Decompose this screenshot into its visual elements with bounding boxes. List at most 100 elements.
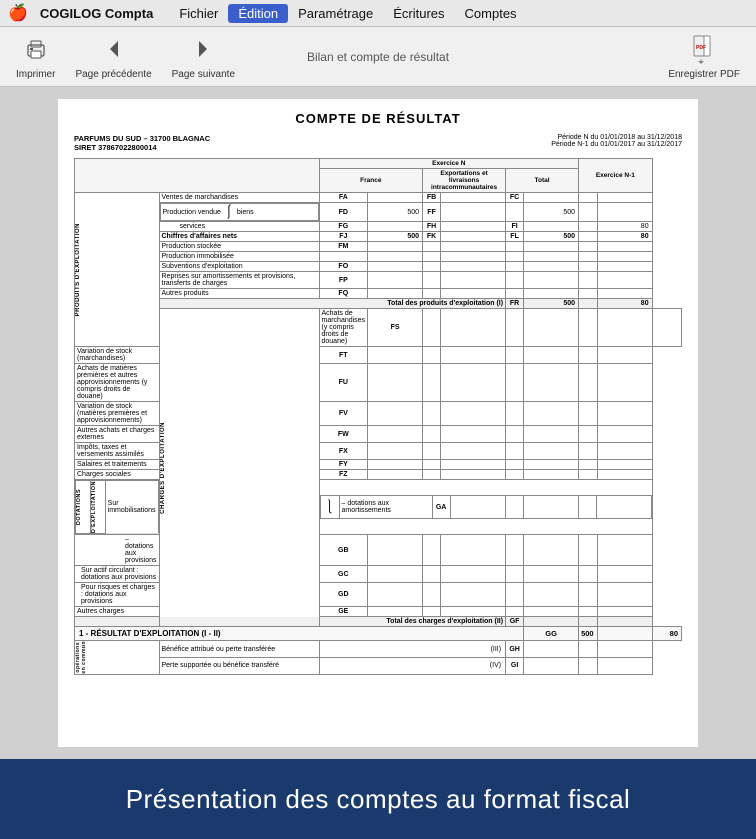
section-produits-header: PRODUITS D'EXPLOITATION Ventes de marcha… <box>75 193 682 203</box>
reprises-label: Reprises sur amortissements et provision… <box>159 272 319 289</box>
printer-icon <box>20 33 52 65</box>
total-charges-label: Total des charges d'exploitation (II) <box>75 617 506 627</box>
prod-services-export <box>441 222 506 232</box>
next-page-button[interactable]: Page suivante <box>172 33 235 80</box>
prod-services-code-fg: FG <box>319 222 368 232</box>
prod-vendue-biens-label: Production vendue ⎰ biens <box>160 203 319 221</box>
app-name: COGILOG Compta <box>40 6 153 21</box>
print-button[interactable]: Imprimer <box>16 33 55 80</box>
ventes-label: Ventes de marchandises <box>159 193 319 203</box>
prod-immobilisee-row: Production immobilisée <box>75 252 682 262</box>
autres-charges-label: Autres charges <box>75 607 160 617</box>
total-produits-n1: 80 <box>597 299 652 309</box>
perte-supportee-label: Perte supportée ou bénéfice transféré <box>159 657 319 674</box>
prod-biens-total: 500 <box>524 203 579 222</box>
impots-taxes-label: Impôts, taxes et versements assimilés <box>75 443 160 460</box>
ventes-code-fb: FB <box>423 193 441 203</box>
autres-charges-code: GE <box>319 607 368 617</box>
arrow-right-icon <box>187 33 219 65</box>
ventes-code-fa: FA <box>319 193 368 203</box>
ventes-france <box>368 193 423 203</box>
total-charges-code: GF <box>506 617 524 627</box>
ca-code-fl: FL <box>506 232 524 242</box>
siret: SIRET 37867022800014 <box>74 143 210 152</box>
autres-achats-code: FW <box>319 426 368 443</box>
ventes-total <box>524 193 579 203</box>
print-label: Imprimer <box>16 69 55 80</box>
subventions-label: Subventions d'exploitation <box>159 262 319 272</box>
prod-biens-code-fd: FD <box>319 203 368 222</box>
col-export: Exportations etlivraisons intracommunaut… <box>423 169 506 193</box>
prod-stockee-row: Production stockée FM <box>75 242 682 252</box>
document-title: COMPTE DE RÉSULTAT <box>74 111 682 126</box>
ventes-code-fc: FC <box>506 193 524 203</box>
achats-marchandises-row: CHARGES D'EXPLOITATION Achats de marchan… <box>75 309 682 347</box>
ca-nets-label: Chiffres d'affaires nets <box>159 232 319 242</box>
benefice-attribue-suffix: (III) <box>319 641 506 658</box>
achats-marchandises-code: FS <box>368 309 423 347</box>
prod-services-france <box>368 222 423 232</box>
document: COMPTE DE RÉSULTAT PARFUMS DU SUD – 3170… <box>58 99 698 747</box>
menu-fichier[interactable]: Fichier <box>169 6 228 21</box>
ca-export <box>441 232 506 242</box>
toolbar: Imprimer Page précédente Page suivante B… <box>0 27 756 87</box>
col-header-exercice-n1: Exercice N-1 <box>579 159 653 193</box>
ca-nets-row: Chiffres d'affaires nets FJ 500 FK FL 50… <box>75 232 682 242</box>
menu-comptes[interactable]: Comptes <box>455 6 527 21</box>
ca-code-fk: FK <box>423 232 441 242</box>
autres-produits-label: Autres produits <box>159 289 319 299</box>
charges-sociales-code: FZ <box>319 470 368 480</box>
bottom-banner: Présentation des comptes au format fisca… <box>0 759 756 839</box>
resultat-exploitation-row: 1 - RÉSULTAT D'EXPLOITATION (I - II) GG … <box>75 627 682 641</box>
total-charges-val <box>524 617 579 627</box>
save-pdf-button[interactable]: PDF Enregistrer PDF <box>668 33 740 80</box>
dotations-amort-row: ⎱ – dotations aux amortissements GA <box>319 480 652 535</box>
prod-vendue-services-row: services FG FH FI 80 <box>75 222 682 232</box>
reprises-row: Reprises sur amortissements et provision… <box>75 272 682 289</box>
perte-supportee-code: GI <box>506 657 524 674</box>
bottom-banner-text: Présentation des comptes au format fisca… <box>126 784 631 815</box>
company-name: PARFUMS DU SUD – 31700 BLAGNAC <box>74 134 210 143</box>
risques-charges-code: GD <box>319 583 368 607</box>
variation-stock-mat-code: FV <box>319 402 368 426</box>
autres-produits-code: FQ <box>319 289 368 299</box>
subventions-code: FO <box>319 262 368 272</box>
next-label: Page suivante <box>172 69 235 80</box>
impots-taxes-code: FX <box>319 443 368 460</box>
prod-services-code-fi: FI <box>506 222 524 232</box>
prev-page-button[interactable]: Page précédente <box>75 33 151 80</box>
reprises-code: FP <box>319 272 368 289</box>
pdf-label: Enregistrer PDF <box>668 69 740 80</box>
prod-services-code-fh: FH <box>423 222 441 232</box>
period-n: Période N du 01/01/2018 au 31/12/2018 <box>551 134 682 141</box>
toolbar-title: Bilan et compte de résultat <box>307 50 449 64</box>
ventes-export <box>441 193 506 203</box>
ca-france: 500 <box>368 232 423 242</box>
dotations-cell: DOTATIONS D'EXPLOITATION Sur immobilisat… <box>75 480 160 535</box>
prod-biens-france: 500 <box>368 203 423 222</box>
col-header-exercice-n: Exercice N <box>319 159 579 169</box>
ventes-n1 <box>597 193 652 203</box>
apple-icon[interactable]: 🍎 <box>8 3 28 23</box>
ventes-code-n1 <box>579 193 598 203</box>
period-n1: Période N-1 du 01/01/2017 au 31/12/2017 <box>551 141 682 148</box>
prod-stockee-code: FM <box>319 242 368 252</box>
subventions-row: Subventions d'exploitation FO <box>75 262 682 272</box>
total-produits-val: 500 <box>524 299 579 309</box>
autres-achats-label: Autres achats et charges externes <box>75 426 160 443</box>
prod-vendue-biens-row: Production vendue ⎰ biens FD 500 FF 500 <box>75 203 682 222</box>
ca-total: 500 <box>524 232 579 242</box>
menu-parametrage[interactable]: Paramétrage <box>288 6 383 21</box>
col-header-empty <box>75 159 320 193</box>
ca-n1: 80 <box>597 232 652 242</box>
prod-services-code-n1 <box>579 222 598 232</box>
document-header: PARFUMS DU SUD – 31700 BLAGNAC SIRET 378… <box>74 134 682 152</box>
resultat-exploitation-val: 500 <box>579 627 598 641</box>
total-produits-code: FR <box>506 299 524 309</box>
autres-produits-row: Autres produits FQ <box>75 289 682 299</box>
menu-ecritures[interactable]: Écritures <box>383 6 454 21</box>
perte-supportee-row: Perte supportée ou bénéfice transféré (I… <box>75 657 682 674</box>
menu-edition[interactable]: Édition <box>228 4 288 23</box>
period-info: Période N du 01/01/2018 au 31/12/2018 Pé… <box>551 134 682 152</box>
produits-rotated-label: PRODUITS D'EXPLOITATION <box>75 193 160 347</box>
